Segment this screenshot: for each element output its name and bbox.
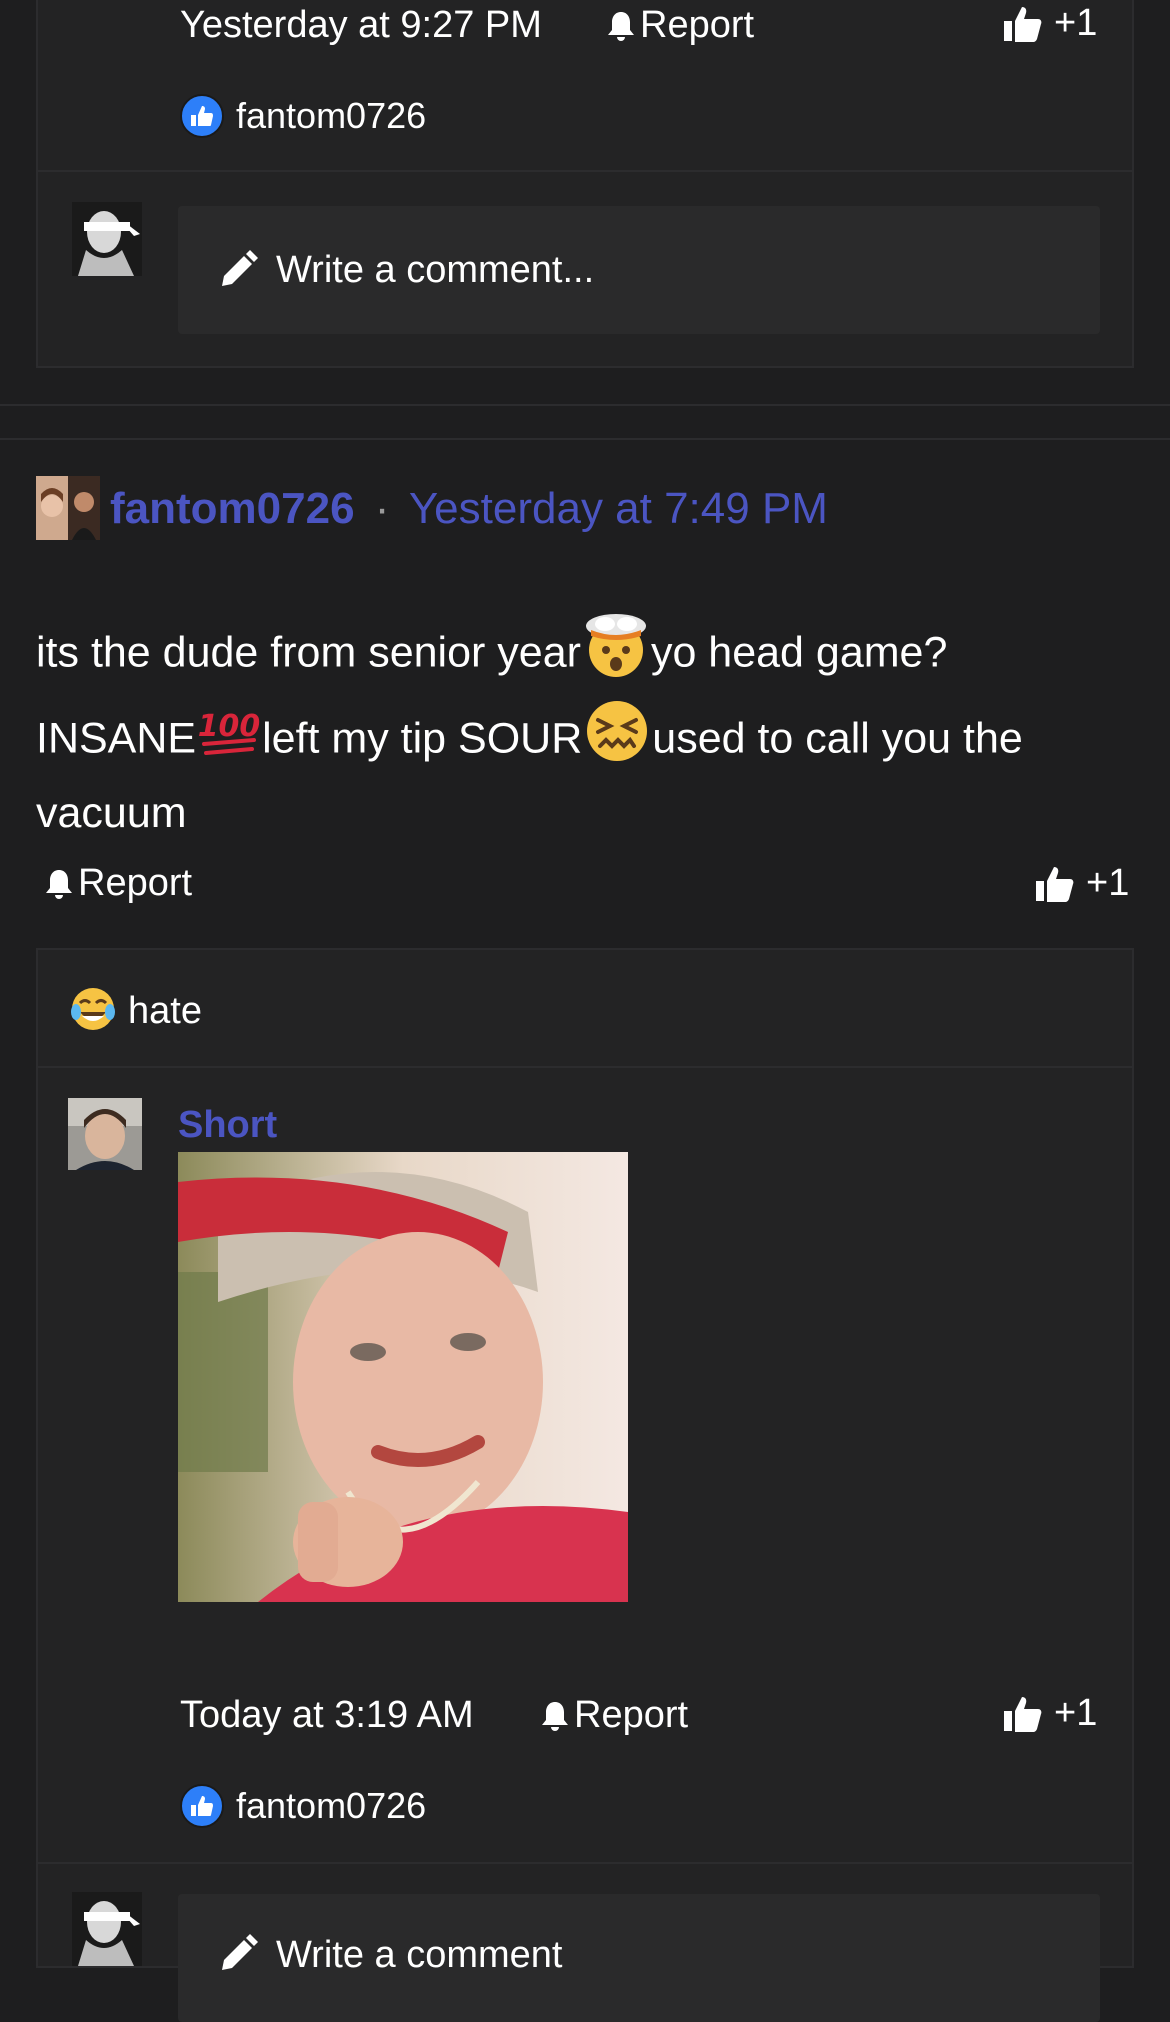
post-separator-bottom (0, 438, 1170, 440)
reply-report-button[interactable]: Report (540, 1694, 688, 1737)
pencil-icon (218, 1934, 258, 1974)
top-comment-report-button[interactable]: Report (606, 4, 754, 47)
current-user-avatar[interactable] (72, 202, 142, 276)
post-text: left my tip SOUR (262, 714, 583, 763)
reply-photo[interactable] (178, 1152, 628, 1602)
thumbs-up-icon (1034, 863, 1076, 905)
post-text: used to call you the (652, 714, 1023, 763)
report-label: Report (78, 862, 193, 904)
write-comment-input[interactable]: Write a comment... (178, 206, 1100, 334)
like-badge-icon (180, 94, 224, 138)
post-author-avatar[interactable] (36, 476, 100, 540)
post-author-link[interactable]: fantom0726 (110, 484, 355, 533)
liker-name: fantom0726 (236, 95, 427, 136)
post-timestamp-link[interactable]: Yesterday at 7:49 PM (409, 484, 828, 533)
post-separator-top (0, 404, 1170, 406)
divider (38, 170, 1132, 172)
like-count: +1 (1054, 1692, 1098, 1734)
thumbs-up-icon (1002, 3, 1044, 45)
liker-name: fantom0726 (236, 1785, 427, 1826)
divider (38, 1066, 1132, 1068)
post-text: yo head game? (650, 628, 948, 677)
reaction-text: hate (128, 990, 202, 1032)
top-comment-like-button[interactable]: +1 (1002, 2, 1097, 45)
post-body-line: its the dude from senior year yo head ga… (36, 612, 1136, 698)
thumbs-up-icon (1002, 1693, 1044, 1735)
like-count: +1 (1086, 862, 1130, 904)
post-body: its the dude from senior year yo head ga… (36, 612, 1136, 842)
bell-icon (44, 868, 74, 900)
post-like-button[interactable]: +1 (1034, 862, 1129, 905)
post-report-button[interactable]: Report (44, 862, 192, 905)
post-text: its the dude from senior year (36, 628, 581, 677)
confounded-face-emoji (584, 698, 650, 784)
bell-icon (606, 10, 636, 42)
post-body-line: vacuum (36, 789, 187, 837)
crying-laughing-emoji (70, 986, 116, 1037)
bell-icon (540, 1700, 570, 1732)
post-text: INSANE (36, 714, 197, 763)
top-comment-timestamp: Yesterday at 9:27 PM (180, 4, 542, 46)
reaction-row[interactable]: hate (70, 986, 202, 1037)
reply-like-button[interactable]: +1 (1002, 1692, 1097, 1735)
like-badge-icon (180, 1784, 224, 1828)
exploding-head-emoji (583, 612, 649, 698)
write-comment-placeholder: Write a comment... (276, 248, 595, 291)
post-header: fantom0726 · Yesterday at 7:49 PM (110, 484, 828, 534)
current-user-avatar[interactable] (72, 1892, 142, 1966)
reply-liker[interactable]: fantom0726 (180, 1784, 426, 1828)
write-comment-input[interactable]: Write a comment (178, 1894, 1100, 2022)
report-label: Report (574, 1694, 689, 1736)
divider (38, 1862, 1132, 1864)
top-comment-liker[interactable]: fantom0726 (180, 94, 426, 138)
post-body-line: INSANE 100 left my tip SOUR used to call… (36, 698, 1136, 784)
reply-author-avatar[interactable] (68, 1098, 142, 1170)
reply-timestamp: Today at 3:19 AM (180, 1694, 474, 1736)
separator-dot: · (374, 484, 390, 533)
hundred-points-emoji: 100 (198, 700, 260, 782)
like-count: +1 (1054, 2, 1098, 44)
reply-author-link[interactable]: Short (178, 1104, 277, 1147)
report-label: Report (640, 4, 755, 46)
pencil-icon (218, 250, 258, 290)
